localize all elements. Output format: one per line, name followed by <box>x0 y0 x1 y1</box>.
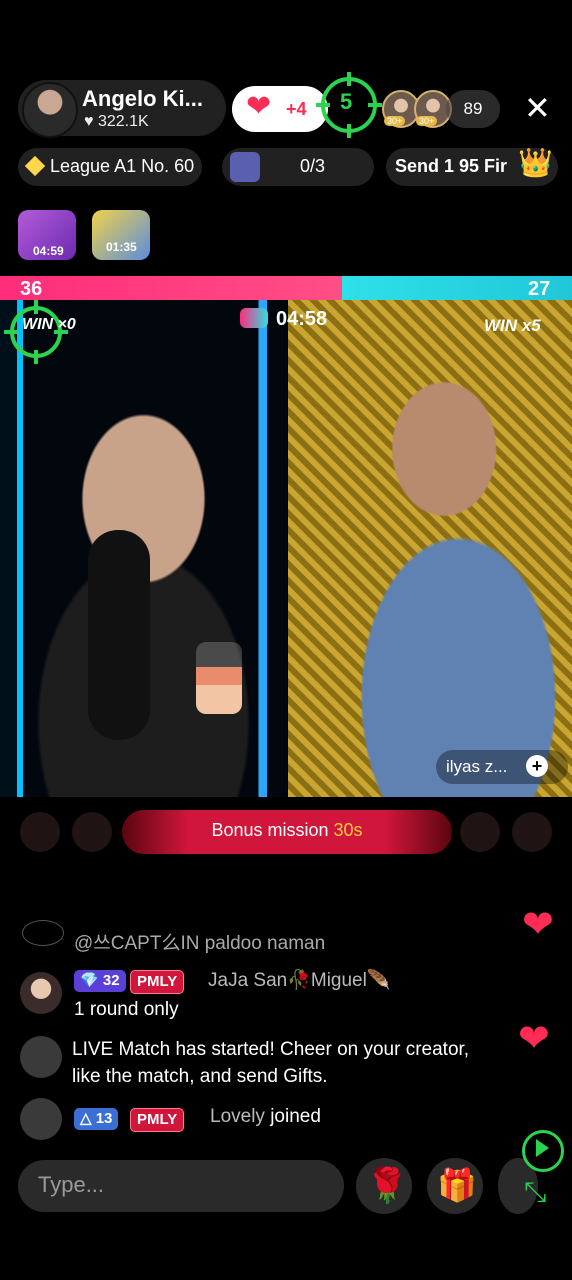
score-left: 36 <box>20 278 43 300</box>
microphone-image <box>88 530 150 740</box>
crown-icon: 👑 <box>518 147 553 178</box>
follow-plus-icon[interactable]: + <box>526 755 548 777</box>
floating-heart-icon: ❤ <box>522 904 554 946</box>
timed-gift-timer: 04:59 <box>33 244 64 258</box>
level-badge: 💎 32 <box>74 970 126 992</box>
host-name: Angelo Ki... <box>82 86 203 111</box>
viewer-badge: 30+ <box>384 116 406 126</box>
bonus-mission-label: Bonus mission 30s <box>211 820 363 840</box>
match-timer: 04:58 <box>276 308 328 330</box>
like-increment: +4 <box>286 99 307 119</box>
guest-video[interactable] <box>288 300 572 797</box>
chat-avatar[interactable] <box>20 972 62 1014</box>
rank-icon <box>230 152 260 182</box>
rose-icon: 🌹 <box>366 1167 409 1205</box>
join-message: Lovely joined <box>210 1106 321 1127</box>
heart-icon: ❤ <box>246 90 272 123</box>
league-label: League A1 No. 60 <box>50 156 195 176</box>
level-badge: △ 13 <box>74 1108 119 1130</box>
fan-club-badge: PMLY <box>130 1108 185 1132</box>
supporter-avatar[interactable] <box>460 812 500 852</box>
send-gift-label: Send 1 95 Fir <box>395 156 508 176</box>
host-avatar[interactable] <box>22 82 78 138</box>
timed-gift-timer: 01:35 <box>106 240 137 254</box>
viewer-badge: 30+ <box>416 116 438 126</box>
wave-icon <box>20 1098 62 1140</box>
right-win-streak: WIN x5 <box>484 316 541 335</box>
expand-icon[interactable]: ⤡ <box>524 1178 546 1206</box>
close-icon[interactable]: ✕ <box>524 92 551 124</box>
comment-placeholder: Type... <box>38 1172 105 1197</box>
chat-message: @쓰CAPT么IN paldoo naman <box>74 933 326 954</box>
guest-name: ilyas z... <box>446 757 508 776</box>
match-icon <box>240 308 268 328</box>
chat-avatar[interactable] <box>22 920 64 946</box>
gift-icon: 🎁 <box>437 1167 477 1203</box>
chat-message: 1 round only <box>74 999 179 1020</box>
floating-heart-icon: ❤ <box>518 1018 550 1060</box>
rank-progress: 0/3 <box>300 156 326 176</box>
fan-club-badge: PMLY <box>130 970 185 994</box>
play-icon <box>536 1139 549 1157</box>
chat-username[interactable]: JaJa San🥀Miguel🪶 <box>208 968 391 992</box>
handshake-icon <box>20 1036 62 1078</box>
host-likes-count: ♥ 322.1K <box>84 113 149 130</box>
supporter-avatar[interactable] <box>20 812 60 852</box>
target-number: 5 <box>340 89 353 114</box>
score-right: 27 <box>528 278 551 300</box>
score-bar-left <box>0 276 342 300</box>
jar-image <box>196 642 242 714</box>
supporter-avatar[interactable] <box>512 812 552 852</box>
supporter-avatar[interactable] <box>72 812 112 852</box>
left-win-streak: WIN ×0 <box>22 316 76 333</box>
viewer-count[interactable]: 89 <box>446 90 500 128</box>
system-message: LIVE Match has started! Cheer on your cr… <box>72 1039 470 1087</box>
